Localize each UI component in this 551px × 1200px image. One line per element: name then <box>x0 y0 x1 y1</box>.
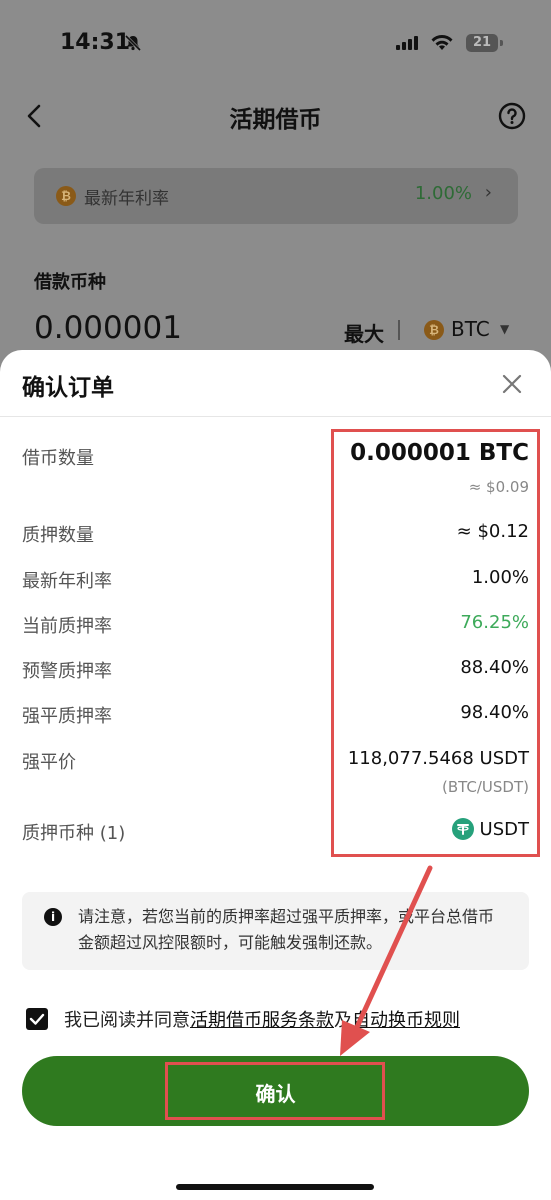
borrow-coin-label: 借款币种 <box>34 272 106 293</box>
btc-coin-icon: ₿ <box>56 186 76 206</box>
row-label-liquidation-ltv: 强平质押率 <box>22 706 112 727</box>
caret-down-icon[interactable]: ▼ <box>500 322 509 336</box>
annotation-arrow <box>340 865 433 1056</box>
wifi-icon <box>430 33 454 51</box>
signal-icon <box>396 36 422 50</box>
borrow-amount-input[interactable]: 0.000001 <box>34 310 182 346</box>
rate-label: 最新年利率 <box>84 189 169 209</box>
sheet-title: 确认订单 <box>22 375 114 401</box>
close-icon[interactable] <box>500 372 524 396</box>
info-icon: i <box>44 908 62 926</box>
row-label-collateral-qty: 质押数量 <box>22 525 94 546</box>
row-label-borrow-qty: 借币数量 <box>22 448 94 469</box>
coin-selector[interactable]: BTC <box>451 317 490 341</box>
confirm-order-sheet: 确认订单 借币数量 0.000001 BTC ≈ $0.09 质押数量 ≈ $0… <box>0 350 551 1200</box>
status-time: 14:31 <box>60 30 131 55</box>
row-label-collateral-coin: 质押币种 (1) <box>22 823 126 844</box>
service-terms-link[interactable]: 活期借币服务条款 <box>190 1010 334 1031</box>
values-highlight-box <box>331 429 540 857</box>
annual-rate-bar[interactable]: ₿ 最新年利率 1.00% › <box>34 168 518 224</box>
page-title: 活期借币 <box>229 107 322 133</box>
agree-checkbox[interactable] <box>26 1008 48 1030</box>
btc-coin-icon: ₿ <box>424 320 444 340</box>
row-label-liquidation-price: 强平价 <box>22 752 76 773</box>
battery-tip <box>500 40 503 46</box>
home-indicator <box>176 1184 374 1190</box>
help-icon[interactable] <box>498 102 526 130</box>
chevron-right-icon: › <box>484 182 492 203</box>
row-label-annual-rate: 最新年利率 <box>22 571 112 592</box>
row-label-warning-ltv: 预警质押率 <box>22 661 112 682</box>
divider <box>0 416 551 417</box>
row-label-current-ltv: 当前质押率 <box>22 616 112 637</box>
max-button[interactable]: 最大 <box>344 318 384 347</box>
rate-value: 1.00% <box>414 183 472 204</box>
status-bar: 14:31 21 <box>0 0 551 90</box>
silent-bell-icon <box>124 34 142 52</box>
battery-icon: 21 <box>466 34 498 52</box>
notice-box: i 请注意，若您当前的质押率超过强平质押率，或平台总借币金额超过风控限额时，可能… <box>22 892 529 970</box>
button-highlight-box <box>165 1062 385 1120</box>
agree-prefix: 我已阅读并同意 <box>64 1010 190 1031</box>
divider <box>398 320 400 340</box>
